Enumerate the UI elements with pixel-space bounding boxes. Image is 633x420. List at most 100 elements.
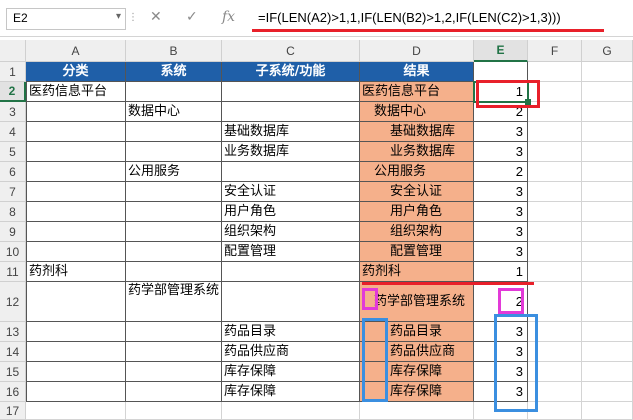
column-header-f[interactable]: F — [528, 40, 582, 62]
row-header-9[interactable]: 9 — [0, 222, 26, 242]
cell-e11[interactable]: 1 — [474, 262, 528, 282]
cell-a5[interactable] — [26, 142, 126, 162]
insert-function-icon[interactable]: fx — [222, 9, 235, 25]
cell-e10[interactable]: 3 — [474, 242, 528, 262]
enter-icon[interactable]: ✓ — [186, 9, 198, 25]
cell-b7[interactable] — [126, 182, 222, 202]
header-cell-d[interactable]: 结果 — [360, 62, 474, 82]
cell-e6[interactable]: 2 — [474, 162, 528, 182]
header-cell-c[interactable]: 子系统/功能 — [222, 62, 360, 82]
row-header-17[interactable]: 17 — [0, 402, 26, 420]
cell-b15[interactable] — [126, 362, 222, 382]
cell[interactable] — [528, 222, 582, 242]
cell[interactable] — [582, 182, 633, 202]
cell-c11[interactable] — [222, 262, 360, 282]
cell-c10[interactable]: 配置管理 — [222, 242, 360, 262]
cell-b9[interactable] — [126, 222, 222, 242]
cell-a14[interactable] — [26, 342, 126, 362]
cell[interactable] — [582, 122, 633, 142]
row-header-6[interactable]: 6 — [0, 162, 26, 182]
cell[interactable] — [360, 402, 474, 420]
column-header-c[interactable]: C — [222, 40, 360, 62]
cell-b3[interactable]: 数据中心 — [126, 102, 222, 122]
cell-a7[interactable] — [26, 182, 126, 202]
cell-c4[interactable]: 基础数据库 — [222, 122, 360, 142]
cell[interactable] — [582, 82, 633, 102]
cell-a3[interactable] — [26, 102, 126, 122]
row-header-1[interactable]: 1 — [0, 62, 26, 82]
row-header-16[interactable]: 16 — [0, 382, 26, 402]
cell-c3[interactable] — [222, 102, 360, 122]
cell-a16[interactable] — [26, 382, 126, 402]
cell-d10[interactable]: 配置管理 — [360, 242, 474, 262]
cell-b11[interactable] — [126, 262, 222, 282]
row-header-13[interactable]: 13 — [0, 322, 26, 342]
cell-b14[interactable] — [126, 342, 222, 362]
cell[interactable] — [582, 362, 633, 382]
cell-a6[interactable] — [26, 162, 126, 182]
cell[interactable] — [582, 342, 633, 362]
row-header-12[interactable]: 12 — [0, 282, 26, 322]
select-all-corner[interactable] — [0, 40, 26, 62]
cell-c2[interactable] — [222, 82, 360, 102]
cell[interactable] — [582, 142, 633, 162]
cell-c9[interactable]: 组织架构 — [222, 222, 360, 242]
cell-e8[interactable]: 3 — [474, 202, 528, 222]
cell[interactable] — [582, 382, 633, 402]
cell-a10[interactable] — [26, 242, 126, 262]
name-box[interactable]: E2 ▾ — [6, 8, 126, 30]
header-cell-a[interactable]: 分类 — [26, 62, 126, 82]
column-header-b[interactable]: B — [126, 40, 222, 62]
column-header-d[interactable]: D — [360, 40, 474, 62]
cell-b4[interactable] — [126, 122, 222, 142]
cell-b5[interactable] — [126, 142, 222, 162]
cell[interactable] — [474, 62, 528, 82]
cell-b12[interactable]: 药学部管理系统 — [126, 282, 222, 322]
cell-a12[interactable] — [26, 282, 126, 322]
cell[interactable] — [582, 242, 633, 262]
cell[interactable] — [528, 162, 582, 182]
header-cell-b[interactable]: 系统 — [126, 62, 222, 82]
cell-c6[interactable] — [222, 162, 360, 182]
cell-e4[interactable]: 3 — [474, 122, 528, 142]
cell[interactable] — [528, 242, 582, 262]
cell[interactable] — [26, 402, 126, 420]
row-header-2[interactable]: 2 — [0, 82, 26, 102]
cell-a2[interactable]: 医药信息平台 — [26, 82, 126, 102]
cell[interactable] — [582, 162, 633, 182]
cell-c12[interactable] — [222, 282, 360, 322]
cell-a13[interactable] — [26, 322, 126, 342]
column-header-a[interactable]: A — [26, 40, 126, 62]
cell-c16[interactable]: 库存保障 — [222, 382, 360, 402]
cell[interactable] — [528, 142, 582, 162]
cell-d7[interactable]: 安全认证 — [360, 182, 474, 202]
cell-b8[interactable] — [126, 202, 222, 222]
cell[interactable] — [528, 202, 582, 222]
cell-c15[interactable]: 库存保障 — [222, 362, 360, 382]
cell-c5[interactable]: 业务数据库 — [222, 142, 360, 162]
cell-c14[interactable]: 药品供应商 — [222, 342, 360, 362]
cell-c7[interactable]: 安全认证 — [222, 182, 360, 202]
cell-d6[interactable]: 公用服务 — [360, 162, 474, 182]
cell[interactable] — [582, 262, 633, 282]
formula-input[interactable]: =IF(LEN(A2)>1,1,IF(LEN(B2)>1,2,IF(LEN(C2… — [258, 10, 561, 25]
cell-b16[interactable] — [126, 382, 222, 402]
cell-b2[interactable] — [126, 82, 222, 102]
chevron-down-icon[interactable]: ▾ — [116, 11, 121, 22]
row-header-4[interactable]: 4 — [0, 122, 26, 142]
cell[interactable] — [528, 62, 582, 82]
cell[interactable] — [582, 62, 633, 82]
cell[interactable] — [582, 102, 633, 122]
cell-a8[interactable] — [26, 202, 126, 222]
cell-e7[interactable]: 3 — [474, 182, 528, 202]
row-header-10[interactable]: 10 — [0, 242, 26, 262]
cell[interactable] — [528, 122, 582, 142]
cell[interactable] — [582, 222, 633, 242]
cell-b10[interactable] — [126, 242, 222, 262]
cell[interactable] — [582, 402, 633, 420]
row-header-5[interactable]: 5 — [0, 142, 26, 162]
cell-d4[interactable]: 基础数据库 — [360, 122, 474, 142]
cell-a15[interactable] — [26, 362, 126, 382]
cell-d3[interactable]: 数据中心 — [360, 102, 474, 122]
cell-e9[interactable]: 3 — [474, 222, 528, 242]
